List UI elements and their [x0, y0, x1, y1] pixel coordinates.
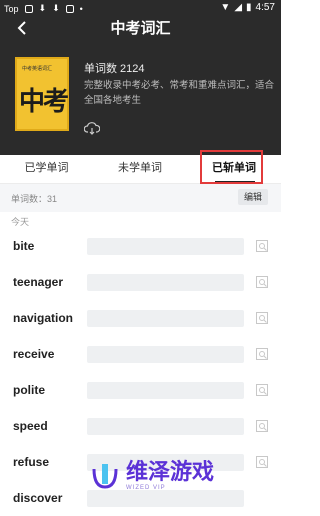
notification-icon [24, 4, 33, 13]
hidden-meaning-bar[interactable] [87, 346, 244, 363]
list-item[interactable]: navigation [0, 300, 281, 336]
cover-small-text: 中考英语词汇 [22, 66, 53, 72]
list-toolbar: 单词数：31 编辑 [0, 184, 281, 212]
hidden-meaning-bar[interactable] [87, 382, 244, 399]
hidden-meaning-bar[interactable] [87, 310, 244, 327]
edit-button[interactable]: 编辑 [238, 189, 268, 205]
word-text: speed [13, 419, 48, 433]
watermark-text-group: 维泽游戏 WIZED VIP [126, 459, 215, 492]
cloud-download-button[interactable] [83, 121, 101, 135]
status-left: Top ⬇ ⬇ • [4, 3, 83, 14]
watermark-text: 维泽游戏 [126, 459, 215, 484]
word-text: discover [13, 491, 63, 505]
list-item[interactable]: receive [0, 336, 281, 372]
hidden-meaning-bar[interactable] [87, 238, 244, 255]
tab-learned[interactable]: 已学单词 [0, 155, 93, 183]
cloud-download-icon [83, 122, 101, 135]
watermark: 维泽游戏 WIZED VIP [90, 452, 281, 500]
watermark-subtext: WIZED VIP [126, 485, 166, 491]
cover-big-text: 中考 [19, 86, 69, 116]
wifi-icon: ▼ [220, 2, 231, 13]
status-bar: Top ⬇ ⬇ • ▼ ◢ ▮ 4:57 [0, 0, 281, 16]
word-text: bite [13, 239, 35, 253]
section-header-today: 今天 [11, 217, 30, 227]
list-item[interactable]: teenager [0, 264, 281, 300]
download-icon: ⬇ [52, 3, 60, 13]
hidden-meaning-bar[interactable] [87, 418, 244, 435]
book-description: 完整收录中考必考、常考和重难点词汇，适合全国各地考生 [84, 80, 275, 106]
lookup-icon[interactable] [256, 384, 268, 396]
signal-icon: ◢ [234, 2, 243, 13]
list-item[interactable]: speed [0, 408, 281, 444]
status-right: ▼ ◢ ▮ 4:57 [220, 2, 275, 13]
word-text: refuse [13, 455, 50, 469]
tab-unlearned[interactable]: 未学单词 [93, 155, 187, 183]
hidden-meaning-bar[interactable] [87, 274, 244, 291]
lookup-icon[interactable] [256, 348, 268, 360]
battery-icon: ▮ [246, 2, 252, 13]
lookup-icon[interactable] [256, 240, 268, 252]
book-header: Top ⬇ ⬇ • ▼ ◢ ▮ 4:57 中考词汇 中考英语词汇 中考 单词数 … [0, 0, 281, 155]
highlight-box [200, 150, 263, 184]
book-word-count: 单词数 2124 [84, 63, 145, 75]
word-text: teenager [13, 275, 64, 289]
dot-icon: • [79, 3, 83, 14]
download-icon: ⬇ [38, 3, 47, 13]
word-text: polite [13, 383, 45, 397]
status-top-label: Top [4, 3, 19, 14]
word-text: navigation [13, 311, 74, 325]
book-cover: 中考英语词汇 中考 [15, 57, 69, 131]
lookup-icon[interactable] [256, 312, 268, 324]
word-count-label: 单词数：31 [11, 194, 58, 204]
watermark-logo-icon [92, 464, 118, 489]
status-time: 4:57 [255, 2, 275, 13]
word-text: receive [13, 347, 55, 361]
list-item[interactable]: bite [0, 228, 281, 264]
app-icon [65, 4, 74, 13]
lookup-icon[interactable] [256, 420, 268, 432]
list-item[interactable]: polite [0, 372, 281, 408]
page-title: 中考词汇 [110, 20, 171, 37]
lookup-icon[interactable] [256, 276, 268, 288]
